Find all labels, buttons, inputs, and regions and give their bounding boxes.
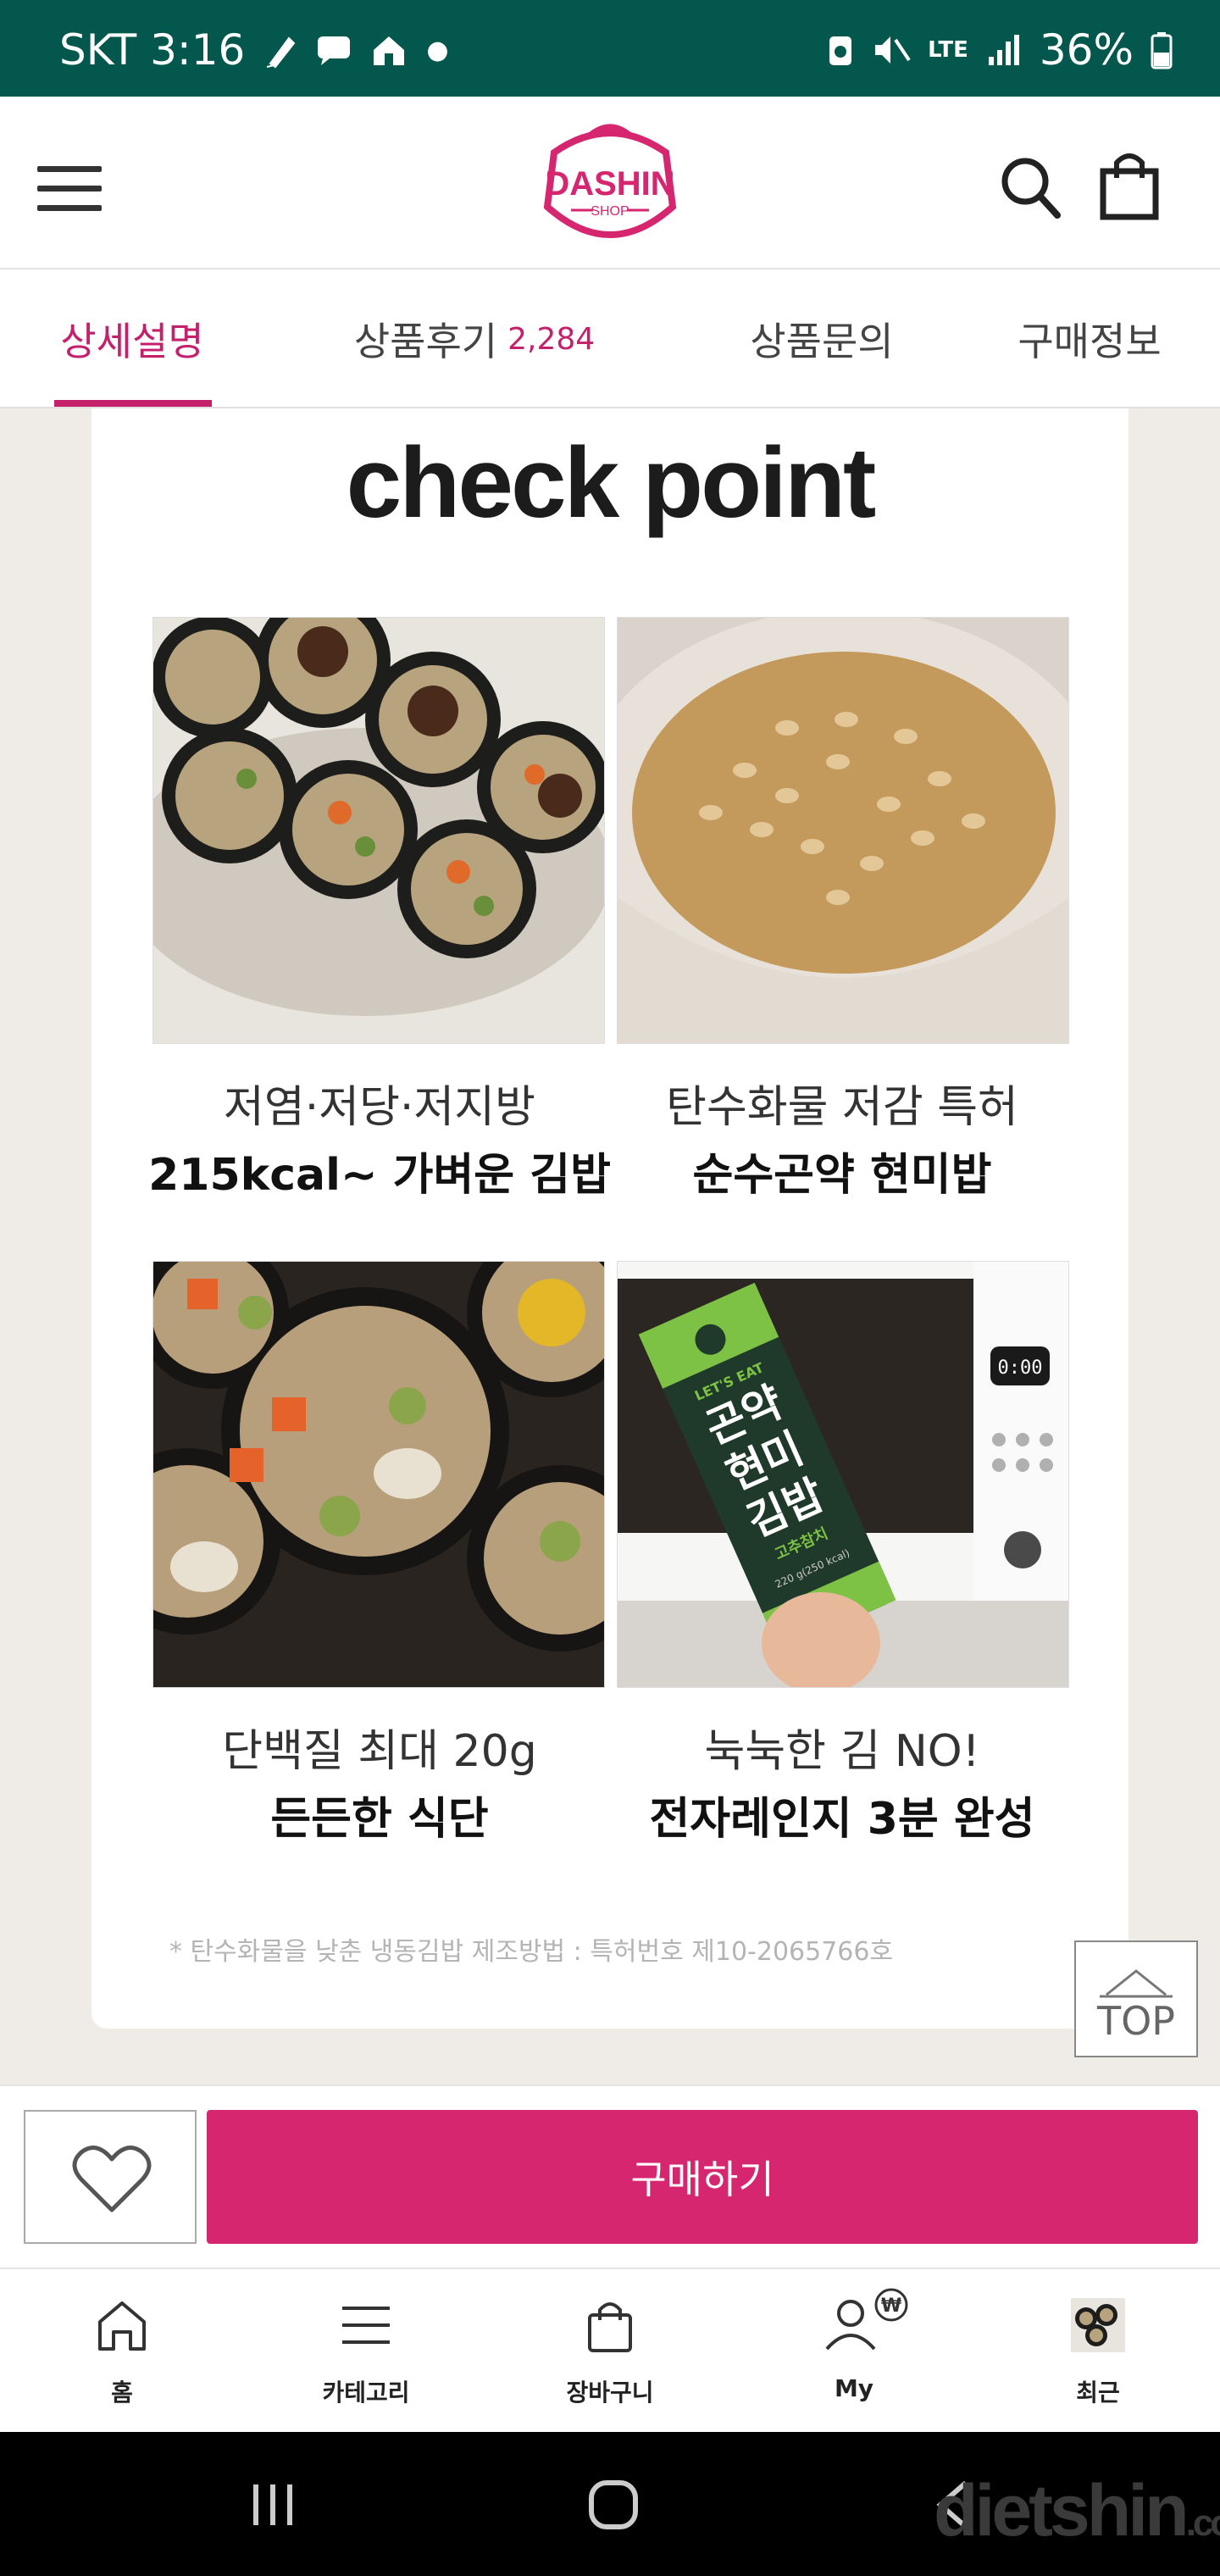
gimbap-plate-image [152,617,605,1044]
battery-percent: 36% [1039,25,1134,75]
product-detail-card: check point 저염·저당·저지방 215kcal~ 가벼운 김밥 탄수… [92,408,1128,2029]
search-icon [1001,158,1061,219]
point-3-line2: 든든한 식단 [270,1794,489,1845]
status-bar: SKT 3:16 ● LTE 36% [0,0,1220,97]
tab-reviews[interactable]: 상품후기 2,284 [330,269,618,408]
alarm-battery-icon [829,36,852,65]
point-1-line2: 215kcal~ 가벼운 김밥 [148,1150,611,1201]
patent-footnote: * 탄수화물을 낮춘 냉동김밥 제조방법 : 특허번호 제10-2065766호 [169,1937,894,1967]
active-tab-indicator [54,400,212,407]
home-button[interactable] [586,2478,640,2532]
nav-label: 카테고리 [322,2379,410,2407]
user-icon: ₩ [825,2288,908,2351]
nav-label: 홈 [111,2379,133,2407]
menu-icon [342,2307,390,2344]
pen-icon [267,36,296,69]
carrier-time: SKT 3:16 [59,25,246,75]
brown-rice-bowl-image [617,617,1069,1044]
point-4-line2: 전자레인지 3분 완성 [649,1794,1035,1845]
app-header: DASHIN SHOP [0,97,1220,269]
watermark-suffix: .com [1185,2502,1220,2544]
chat-icon [318,36,351,65]
cart-button[interactable] [1098,149,1161,220]
dot-icon: ● [426,35,449,65]
point-4-line1: 눅눅한 김 NO! [704,1726,980,1777]
nav-label: My [834,2374,874,2402]
point-1-line1: 저염·저당·저지방 [224,1082,535,1133]
gimbap-closeup-image [152,1261,605,1688]
mute-icon [875,36,911,64]
tab-label: 구매정보 [1018,319,1162,364]
check-point-title: check point [346,427,877,539]
recent-thumb-icon [1071,2298,1125,2352]
purchase-bar: 구매하기 [0,2085,1220,2268]
product-tabs: 상세설명 상품후기 2,284 상품문의 구매정보 [0,269,1220,408]
microwave-package-image: 0:00 LET'S EAT 곤약 현미 김밥 고추참치 220 g(250 k… [617,1261,1069,1688]
signal-icon [988,35,1019,65]
nav-category[interactable]: 카테고리 [244,2269,488,2434]
microwave-display: 0:00 [998,1357,1043,1379]
tab-detail[interactable]: 상세설명 [34,269,230,408]
battery-icon [1151,32,1173,69]
bottom-navigation: 홈 카테고리 장바구니 ₩ My 최근 [0,2268,1220,2432]
home-share-icon [374,36,405,65]
network-label: LTE [928,37,968,63]
buy-button[interactable]: 구매하기 [207,2110,1198,2244]
shopping-bag-icon [1100,153,1159,220]
point-2-line1: 탄수화물 저감 특허 [666,1082,1018,1133]
dietshin-watermark: dietshin.com [934,2469,1220,2553]
heart-icon [72,2146,152,2212]
review-count: 2,284 [507,321,596,357]
system-navigation-bar: dietshin.com [0,2432,1220,2576]
bag-icon [588,2302,632,2352]
svg-text:₩: ₩ [881,2296,901,2317]
logo-text: DASHIN [545,165,674,203]
top-label: TOP [1096,1998,1176,2044]
hamburger-menu-button[interactable] [37,166,102,212]
search-button[interactable] [1000,156,1062,220]
nav-label: 최근 [1076,2379,1120,2407]
tab-purchase-info[interactable]: 구매정보 [996,269,1183,408]
nav-recent[interactable]: 최근 [976,2269,1220,2434]
logo-subtext: SHOP [591,204,629,219]
scroll-to-top-button[interactable]: TOP [1074,1940,1198,2057]
nav-my[interactable]: ₩ My [732,2269,976,2434]
watermark-main: dietshin [934,2470,1190,2551]
chevron-up-icon [1100,1969,1173,1998]
dashin-logo[interactable]: DASHIN SHOP [537,119,683,251]
tab-label: 상품후기 [353,319,498,364]
nav-home[interactable]: 홈 [0,2269,244,2434]
tab-label: 상품문의 [750,319,894,364]
wishlist-button[interactable] [24,2110,197,2244]
tab-label: 상세설명 [60,319,204,364]
nav-label: 장바구니 [566,2379,654,2407]
nav-cart[interactable]: 장바구니 [488,2269,732,2434]
recent-apps-button[interactable] [247,2479,298,2530]
point-2-line2: 순수곤약 현미밥 [692,1150,992,1201]
tab-inquiry[interactable]: 상품문의 [729,269,915,408]
point-3-line1: 단백질 최대 20g [222,1726,537,1777]
home-icon [98,2301,146,2351]
